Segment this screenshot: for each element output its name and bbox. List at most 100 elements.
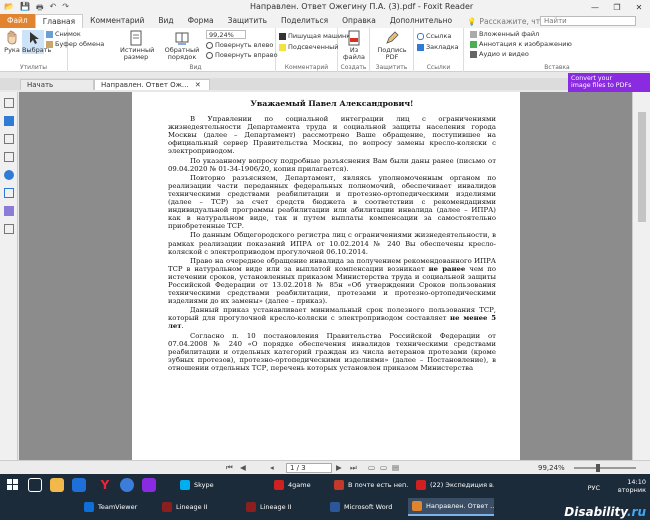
fit-page-icon[interactable]: ▭ <box>368 463 375 472</box>
explorer-icon[interactable] <box>28 478 42 492</box>
folder-icon[interactable] <box>50 478 64 492</box>
taskbar-teamviewer[interactable]: TeamViewer <box>80 498 154 516</box>
group-label-insert: Вставка <box>544 64 570 71</box>
minimize-button[interactable]: — <box>584 0 606 14</box>
fit-width-icon[interactable]: ▭ <box>380 463 387 472</box>
app-icon[interactable] <box>142 478 156 492</box>
teamviewer-icon <box>84 502 94 512</box>
watermark-right: .ru <box>626 505 646 519</box>
ribbon-group-view: Истинный размер Обратный порядок 99,24% … <box>116 28 278 72</box>
next-page-icon[interactable]: ▶ <box>336 463 342 472</box>
menu-extra[interactable]: Дополнительно <box>383 14 459 28</box>
image-annotation-button[interactable]: Аннотация к изображению <box>470 40 572 48</box>
paragraph-1: В Управлении по социальной интеграции ли… <box>168 115 496 156</box>
bookmark-icon <box>417 43 424 51</box>
page-number-input[interactable]: 1 / 3 <box>286 463 332 473</box>
ribbon-group-create: Из файла Создать <box>338 28 370 72</box>
vertical-scrollbar[interactable] <box>632 92 650 460</box>
comments-icon[interactable] <box>4 170 14 180</box>
page-icon <box>128 30 144 46</box>
store-icon[interactable] <box>72 478 86 492</box>
zoom-slider[interactable] <box>574 467 636 469</box>
zoom-level: 99,24% <box>538 464 565 472</box>
attachments-icon[interactable] <box>4 188 14 198</box>
taskbar-lineage-2[interactable]: Lineage II <box>242 498 322 516</box>
bookmark-button[interactable]: Закладка <box>417 43 459 51</box>
highlight-icon <box>279 43 286 51</box>
hand-label: Рука <box>4 46 20 54</box>
page-thumbnails-icon[interactable] <box>4 98 14 108</box>
menu-help[interactable]: Оправка <box>335 14 383 28</box>
pen-icon <box>384 30 400 46</box>
sign-pdf-label: Подпись PDF <box>377 46 407 61</box>
clipboard-icon <box>46 40 53 48</box>
prev-page-icon[interactable]: ◀ <box>240 463 246 472</box>
system-tray[interactable]: 14:10 вторник <box>618 478 646 494</box>
menu-comment[interactable]: Комментарий <box>83 14 151 28</box>
layers-icon[interactable] <box>4 152 14 162</box>
rotate-left-icon <box>206 41 213 49</box>
menu-form[interactable]: Форма <box>181 14 221 28</box>
taskbar-4game[interactable]: 4game <box>270 476 326 494</box>
attachment-button[interactable]: Вложенный файл <box>470 30 539 38</box>
hand-tool-button[interactable]: Рука <box>2 30 22 54</box>
highlight-button[interactable]: Подсвеченный <box>279 43 338 51</box>
taskbar-skype[interactable]: Skype <box>176 476 266 494</box>
ribbon-group-comment: Пишущая машинка Подсвеченный Комментарий <box>276 28 354 72</box>
close-button[interactable]: ✕ <box>628 0 650 14</box>
pages-icon[interactable] <box>4 134 14 144</box>
rotate-right-button[interactable]: Повернуть вправо <box>206 51 278 59</box>
signatures-icon[interactable] <box>4 224 14 234</box>
select-tool-button[interactable]: Выбрать <box>22 30 51 54</box>
scroll-thumb[interactable] <box>638 112 646 222</box>
first-page-icon[interactable]: ⏮ <box>226 463 233 473</box>
rotate-right-label: Повернуть вправо <box>215 51 278 59</box>
sign-pdf-button[interactable]: Подпись PDF <box>376 30 408 61</box>
zoom-value: 99,24% <box>209 30 234 39</box>
taskbar-expedition[interactable]: (22) Экспедиция в... <box>412 476 494 494</box>
link-button[interactable]: Ссылка <box>417 32 451 40</box>
zoom-slider-thumb[interactable] <box>596 464 600 472</box>
ribbon-group-insert: Вложенный файл Аннотация к изображению А… <box>464 28 650 72</box>
last-page-icon[interactable]: ⏭ <box>350 463 357 473</box>
ribbon-group-links: Ссылка Закладка Ссылки <box>414 28 464 72</box>
tab-document-label: Направлен. Ответ Ож... <box>101 81 189 89</box>
link-label: Ссылка <box>426 32 452 40</box>
menu-share[interactable]: Поделиться <box>274 14 335 28</box>
tab-start[interactable]: Начать <box>20 79 94 90</box>
from-file-button[interactable]: Из файла <box>340 30 368 61</box>
maximize-button[interactable]: ❐ <box>606 0 628 14</box>
search-input[interactable]: Найти <box>540 16 636 26</box>
security-icon[interactable] <box>4 206 14 216</box>
start-button[interactable] <box>6 478 20 492</box>
close-tab-icon[interactable]: ✕ <box>195 81 201 89</box>
audio-video-button[interactable]: Аудио и видео <box>470 50 529 58</box>
menu-protect[interactable]: Защитить <box>221 14 274 28</box>
pdf-file-icon <box>346 30 362 46</box>
reverse-order-button[interactable]: Обратный порядок <box>164 30 200 61</box>
paragraph-7: Согласно п. 10 постановления Правительст… <box>168 331 496 372</box>
bookmarks-icon[interactable] <box>4 116 14 126</box>
tab-document[interactable]: Направлен. Ответ Ож... ✕ <box>94 79 210 90</box>
chrome-icon[interactable] <box>120 478 134 492</box>
group-label-tools: Утилиты <box>19 64 48 71</box>
zoom-combo[interactable]: 99,24% <box>206 30 246 39</box>
yandex-icon[interactable]: Y <box>98 478 112 492</box>
from-file-label: Из файла <box>343 46 365 61</box>
menu-home[interactable]: Главная <box>34 14 84 28</box>
taskbar-mail[interactable]: В почте есть неп... <box>330 476 408 494</box>
pdf-page[interactable]: Уважаемый Павел Александрович! В Управле… <box>132 92 520 460</box>
convert-banner[interactable]: Convert your image files to PDFs <box>568 73 650 92</box>
actual-size-button[interactable]: Истинный размер <box>120 30 154 61</box>
page-prev-arrow-icon[interactable]: ◂ <box>270 463 274 472</box>
language-indicator[interactable]: РУС <box>588 484 600 492</box>
taskbar-word[interactable]: Microsoft Word <box>326 498 404 516</box>
taskbar-foxit[interactable]: Направлен. Ответ ... <box>408 498 494 516</box>
camera-icon <box>46 30 53 38</box>
taskbar-lineage-1[interactable]: Lineage II <box>158 498 238 516</box>
menu-view[interactable]: Вид <box>151 14 180 28</box>
continuous-icon[interactable]: ▤ <box>392 463 399 472</box>
menu-file[interactable]: Файл <box>0 14 35 28</box>
rotate-left-button[interactable]: Повернуть влево <box>206 41 273 49</box>
rotate-left-label: Повернуть влево <box>215 41 274 49</box>
